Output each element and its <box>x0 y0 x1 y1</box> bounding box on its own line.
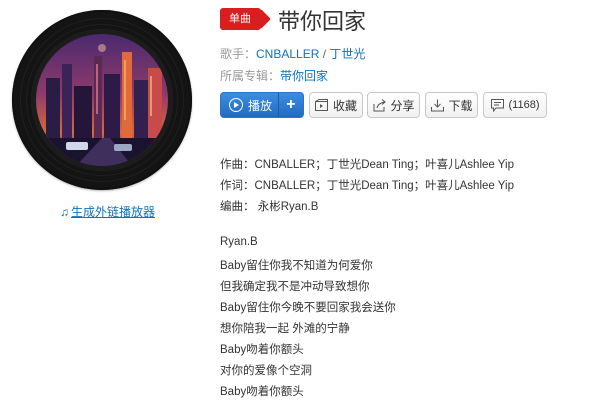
generate-external-player-link[interactable]: ♫ 生成外链播放器 <box>60 203 155 220</box>
lyric-line: Baby留住你今晚不要回家我会送你 <box>220 302 396 314</box>
lyric-line: 编曲： 永彬Ryan.B <box>220 201 319 213</box>
comment-icon <box>491 98 505 112</box>
collect-icon <box>315 98 329 112</box>
share-button[interactable]: 分享 <box>367 92 420 118</box>
play-button[interactable]: 播放 <box>221 93 274 117</box>
download-button[interactable]: 下载 <box>425 92 478 118</box>
badge-label: 单曲 <box>229 13 251 25</box>
album-cover <box>36 34 168 166</box>
play-icon <box>229 98 243 112</box>
comment-button[interactable]: (1168) <box>483 92 547 118</box>
lyric-line: 想你陪我一起 外滩的宁静 <box>220 323 350 335</box>
singer-link-2[interactable]: 丁世光 <box>329 47 365 61</box>
singer-row: 歌手：CNBALLER / 丁世光 <box>220 45 365 62</box>
add-label: + <box>286 96 296 113</box>
generate-link-label: 生成外链播放器 <box>71 205 156 219</box>
lyric-line: Baby留住你我不知道为何爱你 <box>220 260 373 272</box>
lyric-line: Baby吻着你额头 <box>220 344 304 356</box>
album-row: 所属专辑：带你回家 <box>220 67 328 84</box>
singer-separator: / <box>319 47 330 61</box>
singer-label: 歌手： <box>220 47 257 61</box>
lyric-line: Ryan.B <box>220 236 258 248</box>
play-label: 播放 <box>248 98 273 113</box>
album-link[interactable]: 带你回家 <box>280 69 328 83</box>
collect-button[interactable]: 收藏 <box>309 92 363 118</box>
collect-label: 收藏 <box>332 98 357 113</box>
lyric-line: 对你的爱像个空洞 <box>220 365 312 377</box>
lyric-line: 但我确定我不是冲动导致想你 <box>220 281 370 293</box>
music-note-icon: ♫ <box>60 205 69 219</box>
lyric-line: 作词：CNBALLER；丁世光Dean Ting；叶喜儿Ashlee Yip <box>220 180 514 192</box>
singer-link-1[interactable]: CNBALLER <box>256 47 319 61</box>
download-label: 下载 <box>448 98 473 113</box>
lyric-line: 作曲：CNBALLER；丁世光Dean Ting；叶喜儿Ashlee Yip <box>220 159 514 171</box>
lyric-line: Baby吻着你额头 <box>220 386 304 398</box>
add-to-playlist-button[interactable]: + <box>277 93 303 117</box>
share-icon <box>372 98 386 112</box>
share-label: 分享 <box>390 98 415 113</box>
comment-count: (1168) <box>508 99 540 111</box>
song-title: 带你回家 <box>278 9 367 34</box>
single-badge: 单曲 <box>220 8 261 30</box>
album-label: 所属专辑： <box>220 69 281 83</box>
download-icon <box>430 98 444 112</box>
play-button-group: 播放 + <box>220 92 304 118</box>
